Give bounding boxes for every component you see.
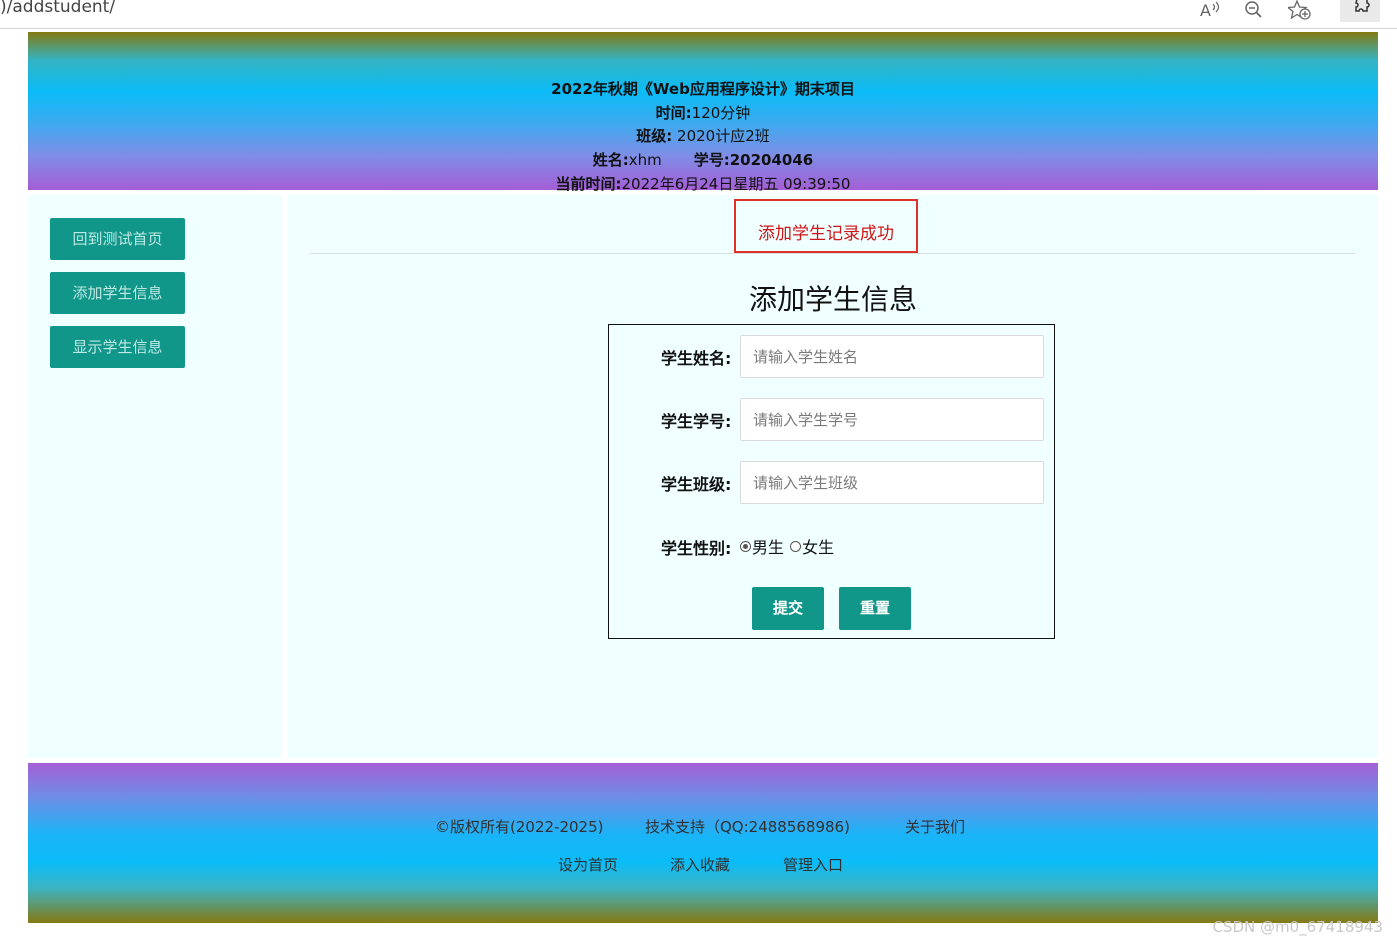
reset-button[interactable]: 重置 [839,587,911,630]
address-bar-url[interactable]: )/addstudent/ [0,0,115,17]
gender-radio-group: 男生 女生 [740,534,834,558]
divider [310,253,1355,254]
sidebar-item-home[interactable]: 回到测试首页 [50,218,185,260]
browser-toolbar: )/addstudent/ A [0,0,1397,29]
student-info: 姓名:xhm 学号:20204046 [28,150,1378,170]
main-content: 添加学生记录成功 添加学生信息 学生姓名: 学生学号: 学生班级: 学生性别: … [288,195,1378,758]
student-name-input[interactable] [740,335,1044,378]
page-footer: ©版权所有(2022-2025) 技术支持（QQ:2488568986) 关于我… [28,763,1378,923]
read-aloud-icon[interactable]: A [1197,0,1223,22]
page-header: 2022年秋期《Web应用程序设计》期末项目 时间:120分钟 班级: 2020… [28,32,1378,193]
student-gender-label: 学生性别: [661,539,732,558]
name-value: xhm [628,151,662,169]
add-student-form: 学生姓名: 学生学号: 学生班级: 学生性别: 男生 女生 提交 重置 [608,324,1055,639]
current-time: 当前时间:2022年6月24日星期五 09:39:50 [28,174,1378,194]
gender-female-label: 女生 [802,538,835,557]
footer-tech-support[interactable]: 技术支持（QQ:2488568986) [645,816,850,837]
student-id-input[interactable] [740,398,1044,441]
student-name-label: 学生姓名: [661,349,732,368]
gender-female-radio[interactable] [790,541,802,552]
extensions-icon[interactable] [1340,0,1380,22]
student-id-label: 学生学号: [661,412,732,431]
now-value: 2022年6月24日星期五 09:39:50 [621,175,851,193]
sidebar-item-show-students[interactable]: 显示学生信息 [50,326,185,368]
footer-add-favorite[interactable]: 添入收藏 [670,854,730,875]
footer-admin-entry[interactable]: 管理入口 [783,854,843,875]
gender-male-radio[interactable] [740,541,751,552]
class-label: 班级: [636,127,673,145]
footer-copyright: ©版权所有(2022-2025) [435,818,604,836]
time-value: 120分钟 [691,104,751,122]
form-title: 添加学生信息 [748,283,917,316]
exam-class: 班级: 2020计应2班 [28,126,1378,146]
exam-time: 时间:120分钟 [28,103,1378,123]
add-favorite-icon[interactable] [1286,0,1313,22]
now-label: 当前时间: [555,175,622,193]
sidebar: 回到测试首页 添加学生信息 显示学生信息 [28,195,282,758]
student-class-label: 学生班级: [661,475,732,494]
footer-about-us[interactable]: 关于我们 [905,816,965,837]
name-label: 姓名: [592,151,629,169]
submit-button[interactable]: 提交 [752,587,824,630]
csdn-watermark: CSDN @m0_67418943 [1212,918,1383,936]
success-message: 添加学生记录成功 [734,199,918,253]
gender-male-label: 男生 [752,538,785,557]
sidebar-item-add-student[interactable]: 添加学生信息 [50,272,185,314]
time-label: 时间: [655,104,692,122]
id-value: 20204046 [729,151,814,169]
class-value: 2020计应2班 [677,127,770,145]
zoom-out-icon[interactable] [1241,0,1267,22]
id-label: 学号: [693,151,730,169]
svg-text:A: A [1200,1,1211,20]
student-class-input[interactable] [740,461,1044,504]
exam-title: 2022年秋期《Web应用程序设计》期末项目 [551,80,855,98]
footer-set-homepage[interactable]: 设为首页 [558,854,618,875]
